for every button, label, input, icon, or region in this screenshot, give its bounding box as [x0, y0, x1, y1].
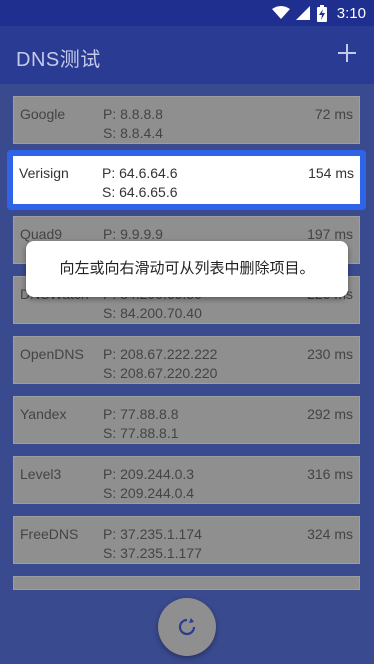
- toast-message: 向左或向右滑动可从列表中删除项目。: [26, 241, 348, 297]
- latency: 154 ms: [308, 165, 354, 181]
- refresh-icon: [178, 618, 196, 636]
- server-card[interactable]: OpenDNS P: 208.67.222.222 S: 208.67.220.…: [13, 336, 360, 384]
- secondary-dns: S: 37.235.1.177: [103, 545, 202, 561]
- latency: 230 ms: [307, 346, 353, 362]
- primary-dns: P: 8.8.8.8: [103, 106, 163, 122]
- primary-dns: P: 37.235.1.174: [103, 526, 202, 542]
- secondary-dns: S: 8.8.4.4: [103, 125, 163, 141]
- battery-charging-icon: [316, 4, 327, 22]
- primary-dns: P: 77.88.8.8: [103, 406, 179, 422]
- secondary-dns: S: 84.200.70.40: [103, 305, 202, 321]
- secondary-dns: S: 209.244.0.4: [103, 485, 195, 501]
- primary-dns: P: 208.67.222.222: [103, 346, 218, 362]
- server-card[interactable]: Level3 P: 209.244.0.3 S: 209.244.0.4 316…: [13, 456, 360, 504]
- secondary-dns: S: 77.88.8.1: [103, 425, 179, 441]
- server-card[interactable]: Yandex P: 77.88.8.8 S: 77.88.8.1 292 ms: [13, 396, 360, 444]
- server-name: Verisign: [19, 165, 69, 181]
- server-name: Quad9: [20, 226, 63, 242]
- primary-dns: P: 209.244.0.3: [103, 466, 195, 482]
- secondary-dns: S: 64.6.65.6: [102, 184, 178, 200]
- wifi-icon: [271, 6, 290, 19]
- latency: 324 ms: [307, 526, 353, 542]
- server-name: Level3: [20, 466, 62, 482]
- status-bar: 3:10: [0, 0, 374, 26]
- server-name: Google: [20, 106, 66, 122]
- server-name: Yandex: [20, 406, 67, 422]
- primary-dns: P: 9.9.9.9: [103, 226, 163, 242]
- plus-icon[interactable]: [334, 40, 360, 66]
- server-name: FreeDNS: [20, 526, 79, 542]
- server-name: OpenDNS: [20, 346, 84, 362]
- status-icons: 3:10: [271, 4, 366, 22]
- latency: 72 ms: [314, 106, 353, 122]
- status-time: 3:10: [336, 4, 366, 22]
- latency: 197 ms: [307, 226, 353, 242]
- page-title: DNS测试: [16, 49, 101, 71]
- latency: 292 ms: [307, 406, 353, 422]
- cell-signal-icon: [295, 5, 310, 20]
- app-bar: DNS测试: [0, 26, 374, 84]
- server-card-selected[interactable]: Verisign P: 64.6.64.6 S: 64.6.65.6 154 m…: [7, 150, 366, 210]
- primary-dns: P: 64.6.64.6: [102, 165, 178, 181]
- secondary-dns: S: 208.67.220.220: [103, 365, 218, 381]
- latency: 316 ms: [307, 466, 353, 482]
- refresh-button[interactable]: [158, 598, 216, 656]
- server-card[interactable]: FreeDNS P: 37.235.1.174 S: 37.235.1.177 …: [13, 516, 360, 564]
- server-card-partial[interactable]: [13, 576, 360, 590]
- server-card[interactable]: Google P: 8.8.8.8 S: 8.8.4.4 72 ms: [13, 96, 360, 144]
